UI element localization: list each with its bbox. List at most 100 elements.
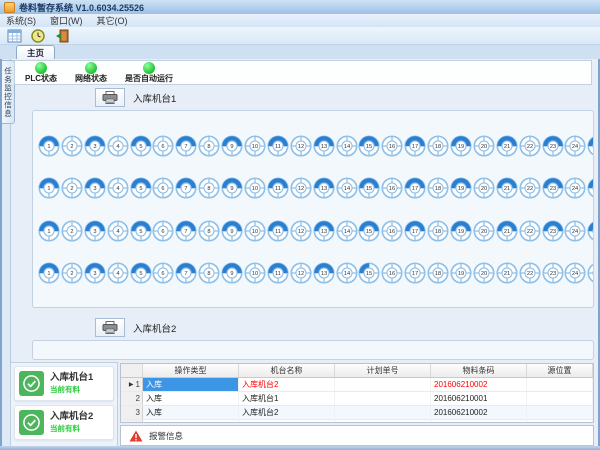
slot-circle[interactable]: 21 xyxy=(496,135,518,157)
printer-button-machine2[interactable] xyxy=(95,318,125,337)
table-cell[interactable] xyxy=(527,406,593,419)
slot-circle[interactable]: 6 xyxy=(152,262,174,284)
slot-circle[interactable]: 2 xyxy=(61,262,83,284)
slot-circle[interactable]: 1 xyxy=(38,135,60,157)
slot-circle[interactable]: 13 xyxy=(313,177,335,199)
slot-circle[interactable]: 6 xyxy=(152,177,174,199)
slot-circle[interactable]: 23 xyxy=(542,220,564,242)
slot-circle[interactable]: 5 xyxy=(130,177,152,199)
slot-circle[interactable]: 24 xyxy=(564,177,586,199)
slot-circle[interactable]: 4 xyxy=(107,262,129,284)
slot-circle[interactable]: 3 xyxy=(84,220,106,242)
slot-circle[interactable]: 18 xyxy=(427,220,449,242)
machine-card[interactable]: 入库机台1 当前有料 xyxy=(14,366,114,401)
slot-circle[interactable]: 7 xyxy=(175,262,197,284)
slot-circle[interactable]: 11 xyxy=(267,135,289,157)
menu-other[interactable]: 其它(O) xyxy=(97,14,128,27)
slot-circle[interactable]: 16 xyxy=(381,135,403,157)
table-cell[interactable]: 201606210002 xyxy=(431,378,527,391)
slot-circle[interactable]: 18 xyxy=(427,135,449,157)
slot-circle[interactable]: 7 xyxy=(175,135,197,157)
slot-circle[interactable]: 22 xyxy=(519,220,541,242)
slot-circle[interactable]: 4 xyxy=(107,177,129,199)
slot-circle[interactable]: 19 xyxy=(450,135,472,157)
slot-circle[interactable]: 3 xyxy=(84,177,106,199)
slot-circle[interactable]: 20 xyxy=(473,177,495,199)
table-cell[interactable]: 入库 xyxy=(143,378,239,391)
slot-circle[interactable]: 21 xyxy=(496,177,518,199)
slot-circle[interactable]: 1 xyxy=(38,220,60,242)
menu-window[interactable]: 窗口(W) xyxy=(50,14,83,27)
slot-circle[interactable]: 25 xyxy=(587,177,594,199)
column-header[interactable]: 源位置 xyxy=(527,364,593,377)
slot-circle[interactable]: 19 xyxy=(450,220,472,242)
slot-circle[interactable]: 17 xyxy=(404,220,426,242)
slot-circle[interactable]: 17 xyxy=(404,177,426,199)
calendar-icon[interactable] xyxy=(5,28,23,44)
slot-circle[interactable]: 13 xyxy=(313,262,335,284)
slot-circle[interactable]: 10 xyxy=(244,220,266,242)
slot-circle[interactable]: 17 xyxy=(404,262,426,284)
table-cell[interactable]: 入库机台1 xyxy=(239,392,335,405)
column-header[interactable]: 物料条码 xyxy=(431,364,527,377)
table-cell[interactable]: 201606210001 xyxy=(431,392,527,405)
slot-circle[interactable]: 15 xyxy=(358,135,380,157)
slot-circle[interactable]: 14 xyxy=(336,135,358,157)
slot-circle[interactable]: 15 xyxy=(358,177,380,199)
slot-circle[interactable]: 12 xyxy=(290,262,312,284)
slot-circle[interactable]: 15 xyxy=(358,220,380,242)
column-header[interactable]: 机台名称 xyxy=(239,364,335,377)
table-cell[interactable]: 入库 xyxy=(143,406,239,419)
slot-circle[interactable]: 25 xyxy=(587,135,594,157)
column-header[interactable]: 操作类型 xyxy=(143,364,239,377)
slot-circle[interactable]: 5 xyxy=(130,262,152,284)
table-cell[interactable] xyxy=(527,378,593,391)
slot-circle[interactable]: 24 xyxy=(564,135,586,157)
slot-circle[interactable]: 14 xyxy=(336,220,358,242)
slot-circle[interactable]: 8 xyxy=(198,177,220,199)
slot-circle[interactable]: 13 xyxy=(313,135,335,157)
slot-circle[interactable]: 22 xyxy=(519,177,541,199)
slot-circle[interactable]: 22 xyxy=(519,262,541,284)
slot-circle[interactable]: 14 xyxy=(336,262,358,284)
table-cell[interactable] xyxy=(527,392,593,405)
slot-circle[interactable]: 23 xyxy=(542,135,564,157)
table-cell[interactable]: 入库机台2 xyxy=(239,406,335,419)
column-header[interactable]: 计划单号 xyxy=(335,364,431,377)
slot-circle[interactable]: 21 xyxy=(496,262,518,284)
slot-circle[interactable]: 24 xyxy=(564,220,586,242)
slot-circle[interactable]: 8 xyxy=(198,220,220,242)
slot-circle[interactable]: 17 xyxy=(404,135,426,157)
slot-circle[interactable]: 23 xyxy=(542,262,564,284)
table-cell[interactable] xyxy=(335,420,431,423)
slot-circle[interactable]: 3 xyxy=(84,135,106,157)
table-cell[interactable] xyxy=(143,420,239,423)
exit-icon[interactable] xyxy=(53,28,71,44)
slot-circle[interactable]: 8 xyxy=(198,262,220,284)
slot-circle[interactable]: 4 xyxy=(107,220,129,242)
slot-circle[interactable]: 10 xyxy=(244,177,266,199)
tab-home[interactable]: 主页 xyxy=(16,45,55,59)
slot-circle[interactable]: 1 xyxy=(38,177,60,199)
slot-circle[interactable]: 15 xyxy=(358,262,380,284)
slot-circle[interactable]: 2 xyxy=(61,177,83,199)
slot-circle[interactable]: 20 xyxy=(473,220,495,242)
slot-circle[interactable]: 2 xyxy=(61,220,83,242)
slot-circle[interactable]: 12 xyxy=(290,135,312,157)
slot-circle[interactable]: 1 xyxy=(38,262,60,284)
slot-circle[interactable]: 25 xyxy=(587,262,594,284)
table-cell[interactable] xyxy=(239,420,335,423)
slot-circle[interactable]: 9 xyxy=(221,135,243,157)
slot-circle[interactable]: 10 xyxy=(244,135,266,157)
slot-circle[interactable]: 19 xyxy=(450,262,472,284)
slot-circle[interactable]: 16 xyxy=(381,220,403,242)
slot-circle[interactable]: 11 xyxy=(267,177,289,199)
printer-button-machine1[interactable] xyxy=(95,88,125,107)
slot-circle[interactable]: 22 xyxy=(519,135,541,157)
table-cell[interactable]: 入库 xyxy=(143,392,239,405)
slot-circle[interactable]: 6 xyxy=(152,220,174,242)
slot-circle[interactable]: 9 xyxy=(221,177,243,199)
table-row[interactable]: 3入库入库机台2201606210002 xyxy=(121,406,593,420)
table-row[interactable]: *4 xyxy=(121,420,593,423)
slot-circle[interactable]: 19 xyxy=(450,177,472,199)
